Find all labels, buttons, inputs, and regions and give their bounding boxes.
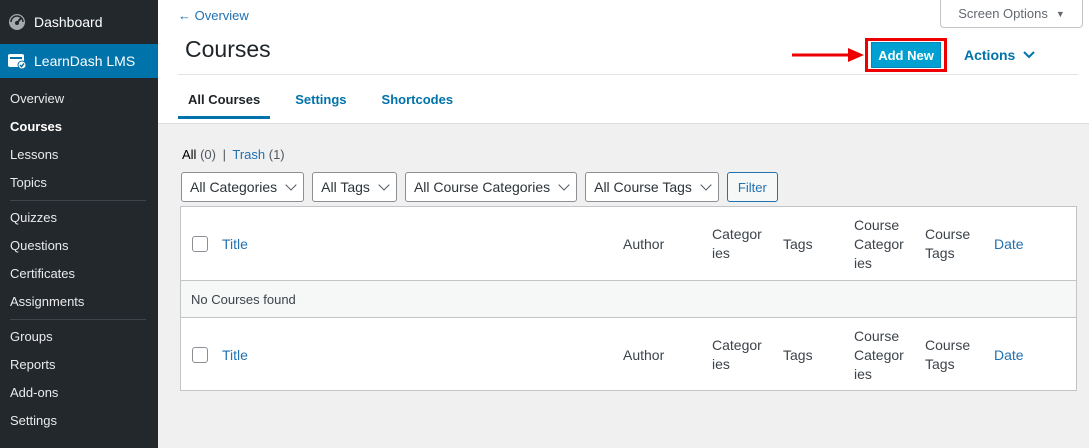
column-text: Categor — [854, 235, 904, 252]
select-all-cell — [192, 318, 208, 392]
status-trash-count: (1) — [268, 147, 285, 162]
select-all-cell — [192, 207, 208, 281]
back-to-overview-link[interactable]: ← Overview — [178, 8, 249, 23]
status-all-link[interactable]: All — [182, 147, 196, 162]
learndash-icon — [6, 50, 28, 72]
column-text: Categor — [712, 337, 762, 353]
course-categories-select[interactable]: All Course Categories — [404, 172, 578, 202]
table-row — [181, 281, 1076, 317]
table-footer-row: Title Author Categor ies Tags Course Categ… — [181, 317, 1076, 391]
column-tags: Tags — [783, 235, 813, 252]
sidebar-item-reports[interactable]: Reports — [0, 351, 158, 379]
column-text: ies — [854, 254, 872, 271]
sidebar-item-settings[interactable]: Settings — [0, 407, 158, 435]
column-text: Categor — [712, 226, 762, 242]
actions-label: Actions — [964, 47, 1016, 63]
status-filter-links: All (0) | Trash (1) — [182, 147, 285, 162]
categories-select-value: All Categories — [190, 179, 278, 195]
sidebar-item-questions[interactable]: Questions — [0, 232, 158, 260]
header-divider — [178, 74, 1078, 75]
column-course-tags: Course Tags — [925, 207, 970, 281]
column-author: Author — [623, 346, 665, 363]
screen-options-label: Screen Options — [958, 6, 1048, 21]
sidebar-item-quizzes[interactable]: Quizzes — [0, 204, 158, 232]
column-course-tags: Course Tags — [925, 318, 970, 392]
sidebar-item-dashboard[interactable]: Dashboard — [0, 0, 158, 44]
column-text: ies — [712, 356, 730, 372]
course-tags-select[interactable]: All Course Tags — [585, 172, 719, 202]
column-text: ies — [712, 245, 730, 261]
column-text: Course — [854, 216, 900, 233]
header-tabs: All Courses Settings Shortcodes — [178, 88, 478, 119]
actions-dropdown[interactable]: Actions — [964, 47, 1036, 63]
sidebar-item-learndash[interactable]: LearnDash LMS — [0, 44, 158, 78]
no-items-message: No Courses found — [191, 291, 296, 307]
status-trash-link[interactable]: Trash — [232, 147, 265, 162]
tab-settings[interactable]: Settings — [285, 88, 356, 119]
dashboard-icon — [6, 11, 28, 33]
column-text: ies — [854, 365, 872, 382]
sidebar-item-topics[interactable]: Topics — [0, 169, 158, 197]
sidebar-item-courses[interactable]: Courses — [0, 113, 158, 141]
select-all-checkbox[interactable] — [192, 347, 208, 363]
sidebar-item-groups[interactable]: Groups — [0, 323, 158, 351]
filter-bar: All Categories All Tags All Course Categ… — [181, 172, 778, 202]
sidebar-item-overview[interactable]: Overview — [0, 85, 158, 113]
sidebar-item-label: Dashboard — [34, 14, 103, 30]
chevron-down-icon — [558, 179, 570, 191]
status-separator: | — [222, 147, 226, 162]
red-arrow-annotation — [792, 48, 864, 62]
course-categories-select-value: All Course Categories — [413, 179, 551, 195]
column-tags: Tags — [783, 346, 813, 363]
table-header-row: Title Author Categor ies Tags Course Categ… — [181, 207, 1076, 281]
main-content: ← Overview Courses Screen Options ▼ Add … — [158, 0, 1089, 448]
add-new-button[interactable]: Add New — [871, 42, 941, 68]
column-date[interactable]: Date — [994, 207, 1024, 281]
sidebar-item-lessons[interactable]: Lessons — [0, 141, 158, 169]
caret-down-icon: ▼ — [1055, 8, 1065, 19]
chevron-down-icon — [378, 179, 390, 191]
filter-button[interactable]: Filter — [726, 172, 778, 202]
column-text: Course — [925, 226, 971, 242]
sidebar-item-label: LearnDash LMS — [34, 53, 136, 69]
select-all-checkbox[interactable] — [192, 236, 208, 252]
column-date[interactable]: Date — [994, 318, 1024, 392]
sidebar-item-add-ons[interactable]: Add-ons — [0, 379, 158, 407]
column-text: Categor — [854, 346, 904, 363]
column-categories: Categor ies — [712, 318, 762, 392]
chevron-down-icon — [700, 179, 712, 191]
learndash-submenu: Overview Courses Lessons Topics Quizzes … — [0, 78, 158, 435]
tab-all-courses[interactable]: All Courses — [178, 88, 271, 119]
column-text: Course — [925, 337, 971, 353]
chevron-down-icon — [1023, 51, 1036, 59]
column-text: Tags — [925, 245, 955, 261]
tags-select[interactable]: All Tags — [312, 172, 397, 202]
courses-table: Title Author Categor ies Tags Course Categ… — [180, 206, 1077, 391]
screen-options-button[interactable]: Screen Options ▼ — [940, 0, 1083, 28]
column-course-categories: Course Categor ies — [854, 207, 904, 281]
sidebar-item-assignments[interactable]: Assignments — [0, 288, 158, 316]
sidebar-item-certificates[interactable]: Certificates — [0, 260, 158, 288]
column-title[interactable]: Title — [222, 318, 248, 392]
column-categories: Categor ies — [712, 207, 762, 281]
page-title: Courses — [185, 36, 271, 62]
column-title[interactable]: Title — [222, 207, 248, 281]
column-text: Course — [854, 327, 900, 344]
categories-select[interactable]: All Categories — [181, 172, 305, 202]
sidebar-divider — [10, 319, 146, 320]
column-text: Tags — [925, 356, 955, 372]
status-all-count: (0) — [200, 147, 216, 162]
sidebar-divider — [10, 200, 146, 201]
page-header: ← Overview Courses Screen Options ▼ Add … — [158, 0, 1089, 124]
admin-sidebar: Dashboard LearnDash LMS Overview Courses… — [0, 0, 158, 448]
tags-select-value: All Tags — [321, 179, 370, 195]
course-tags-select-value: All Course Tags — [594, 179, 692, 195]
column-course-categories: Course Categor ies — [854, 318, 904, 392]
tab-shortcodes[interactable]: Shortcodes — [372, 88, 464, 119]
chevron-down-icon — [285, 179, 297, 191]
column-author: Author — [623, 235, 665, 252]
